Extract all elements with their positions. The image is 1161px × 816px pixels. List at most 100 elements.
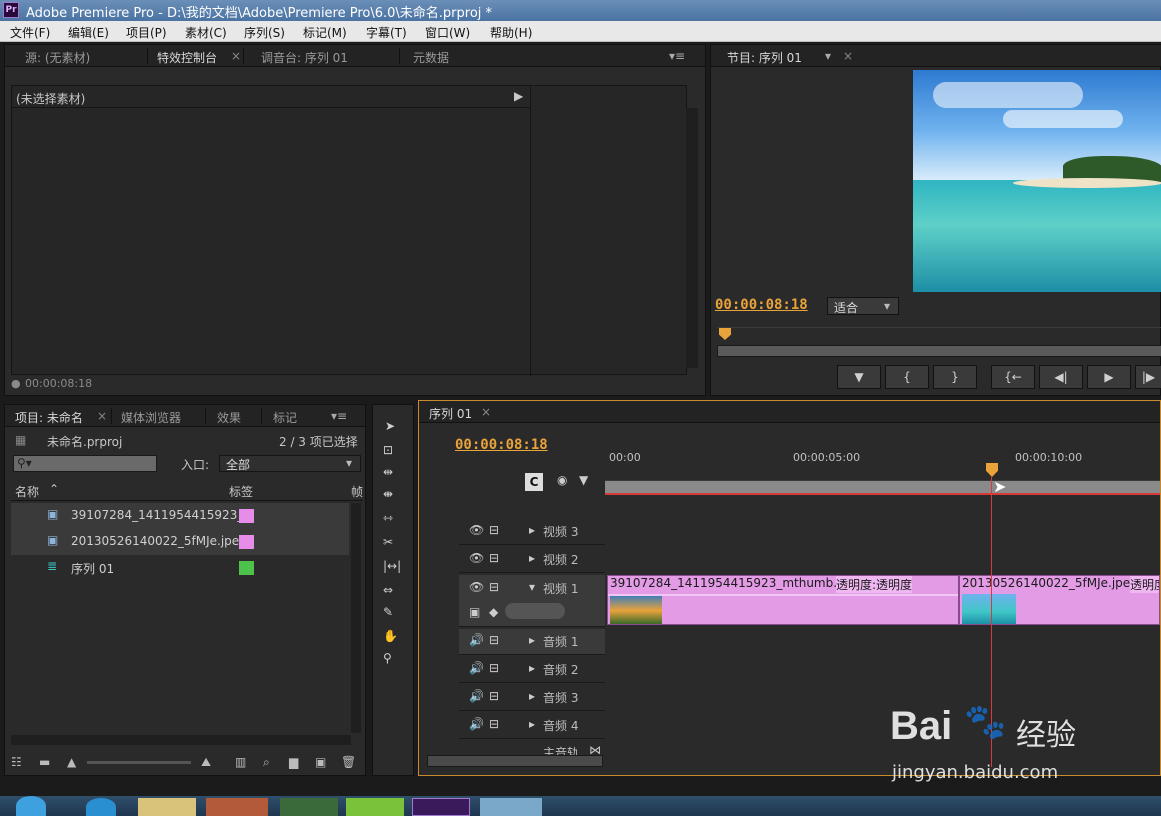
work-area-bar[interactable] — [605, 481, 1160, 495]
expand-arrow-icon[interactable]: ▸ — [529, 717, 535, 731]
go-to-in-button[interactable]: {← — [991, 365, 1035, 389]
expand-arrow-icon[interactable]: ▸ — [529, 523, 535, 537]
taskbar-app-icon[interactable] — [86, 798, 116, 816]
video-track-1[interactable]: 👁 ⊟ ▾ 视频 1 ▣ ◆ — [459, 575, 605, 627]
eye-icon[interactable]: 👁 — [469, 551, 484, 565]
program-zoom-bar[interactable] — [717, 345, 1161, 357]
tab-effects[interactable]: 效果 — [217, 409, 241, 426]
pen-tool-icon[interactable]: ✎ — [383, 605, 393, 619]
program-ruler[interactable] — [717, 327, 1161, 343]
sort-up-icon[interactable]: ⌃ — [49, 482, 59, 496]
slide-tool-icon[interactable]: ⇔ — [383, 583, 393, 597]
fit-dropdown[interactable]: 适合 ▾ — [827, 297, 899, 315]
clip-effect-dropdown[interactable]: 透明度 — [1130, 576, 1159, 593]
menu-file[interactable]: 文件(F) — [10, 24, 50, 41]
video-track-2[interactable]: 👁 ⊟ ▸ 视频 2 — [459, 547, 605, 573]
track-select-tool-icon[interactable]: ⊡ — [383, 443, 393, 457]
tab-metadata[interactable]: 元数据 — [413, 49, 449, 66]
eye-icon[interactable]: 👁 — [469, 580, 484, 594]
project-close-icon[interactable]: × — [97, 409, 107, 423]
menu-window[interactable]: 窗口(W) — [425, 24, 470, 41]
display-style-icon[interactable]: ▣ — [469, 605, 480, 619]
keyframe-navigator[interactable] — [505, 603, 565, 619]
mark-out-button[interactable]: } — [933, 365, 977, 389]
project-item-row[interactable]: ▣ 20130526140022_5fMJe.jpe — [11, 529, 349, 555]
audio-track-2[interactable]: 🔊 ⊟ ▸ 音频 2 — [459, 657, 605, 683]
link-marker-icon[interactable]: ◉ — [557, 473, 567, 487]
menu-sequence[interactable]: 序列(S) — [244, 24, 285, 41]
taskbar-app-icon[interactable] — [280, 798, 338, 816]
audio-track-1[interactable]: 🔊 ⊟ ▸ 音频 1 — [459, 629, 605, 655]
zoom-slider[interactable] — [87, 761, 191, 764]
label-swatch[interactable] — [239, 561, 254, 575]
column-frames[interactable]: 帧 — [351, 483, 363, 500]
label-swatch[interactable] — [239, 535, 254, 549]
clip-effect-dropdown[interactable]: 透明度:透明度 — [836, 576, 913, 593]
taskbar-browser-icon[interactable] — [206, 798, 268, 816]
selection-tool-icon[interactable]: ➤ — [385, 419, 395, 433]
menu-title[interactable]: 字幕(T) — [366, 24, 407, 41]
taskbar-premiere-icon[interactable] — [412, 798, 470, 816]
find-icon[interactable]: ⌕ — [263, 755, 270, 770]
time-ruler[interactable]: 00:00 00:00:05:00 00:00:10:00 — [605, 447, 1160, 481]
project-item-row[interactable]: ▣ 39107284_1411954415923_ — [11, 503, 349, 529]
menu-clip[interactable]: 素材(C) — [185, 24, 227, 41]
sequence-close-icon[interactable]: × — [481, 405, 491, 419]
lock-icon[interactable]: ⊟ — [489, 551, 499, 565]
expand-arrow-icon[interactable]: ▸ — [529, 689, 535, 703]
project-vscrollbar[interactable] — [351, 503, 361, 733]
speaker-icon[interactable]: 🔊 — [469, 661, 484, 675]
menu-marker[interactable]: 标记(M) — [303, 24, 347, 41]
new-bin-icon[interactable]: ▆ — [289, 755, 298, 769]
tab-sequence[interactable]: 序列 01 — [429, 405, 472, 422]
tab-program[interactable]: 节目: 序列 01 — [727, 49, 802, 66]
add-marker-button[interactable]: ▼ — [837, 365, 881, 389]
effect-timecode[interactable]: 00:00:08:18 — [25, 377, 92, 390]
mark-in-button[interactable]: { — [885, 365, 929, 389]
lock-icon[interactable]: ⊟ — [489, 580, 499, 594]
menu-project[interactable]: 项目(P) — [126, 24, 167, 41]
tab-media-browser[interactable]: 媒体浏览器 — [121, 409, 181, 426]
speaker-icon[interactable]: 🔊 — [469, 717, 484, 731]
tab-markers[interactable]: 标记 — [273, 409, 297, 426]
automate-icon[interactable]: ▥ — [235, 755, 246, 769]
menu-edit[interactable]: 编辑(E) — [68, 24, 109, 41]
timeline-timecode[interactable]: 00:00:08:18 — [455, 437, 548, 453]
program-dropdown-icon[interactable]: ▾ — [825, 49, 831, 63]
panel-menu-icon[interactable]: ▾≡ — [669, 49, 685, 63]
eye-icon[interactable]: 👁 — [469, 523, 484, 537]
step-forward-button[interactable]: |▶ — [1135, 365, 1161, 389]
taskbar-app-icon[interactable] — [346, 798, 404, 816]
ripple-edit-tool-icon[interactable]: ⇹ — [383, 465, 393, 479]
search-input[interactable]: ⚲▾ — [13, 455, 157, 472]
tab-close-icon[interactable]: × — [231, 49, 241, 63]
slip-tool-icon[interactable]: |↔| — [383, 559, 401, 573]
lock-icon[interactable]: ⊟ — [489, 717, 499, 731]
tab-project[interactable]: 项目: 未命名 — [15, 409, 83, 426]
project-hscrollbar[interactable] — [11, 735, 351, 745]
zoom-out-icon[interactable]: ▲ — [67, 755, 76, 769]
speaker-icon[interactable]: 🔊 — [469, 689, 484, 703]
video-track-3[interactable]: 👁 ⊟ ▸ 视频 3 — [459, 519, 605, 545]
audio-track-4[interactable]: 🔊 ⊟ ▸ 音频 4 — [459, 713, 605, 739]
lock-icon[interactable]: ⊟ — [489, 689, 499, 703]
program-timecode[interactable]: 00:00:08:18 — [715, 297, 808, 313]
rolling-edit-tool-icon[interactable]: ⇼ — [383, 487, 393, 501]
project-menu-icon[interactable]: ▾≡ — [331, 409, 347, 423]
list-view-icon[interactable]: ☷ — [11, 755, 22, 769]
timeline-hscrollbar[interactable] — [427, 755, 603, 767]
vertical-scrollbar[interactable] — [686, 108, 698, 368]
zoom-tool-icon[interactable]: ⚲ — [383, 651, 392, 665]
lock-icon[interactable]: ⊟ — [489, 523, 499, 537]
taskbar-app-icon[interactable] — [480, 798, 542, 816]
start-button-icon[interactable] — [16, 796, 46, 816]
video-clip[interactable]: 39107284_1411954415923_mthumb.jpg 透明度:透明… — [607, 575, 959, 625]
expand-arrow-icon[interactable]: ▸ — [529, 551, 535, 565]
collapse-arrow-icon[interactable]: ▾ — [529, 580, 535, 594]
rate-stretch-tool-icon[interactable]: ⇿ — [383, 511, 393, 525]
label-swatch[interactable] — [239, 509, 254, 523]
lock-icon[interactable]: ⊟ — [489, 633, 499, 647]
play-button[interactable]: ▶ — [1087, 365, 1131, 389]
hand-tool-icon[interactable]: ✋ — [383, 629, 398, 643]
taskbar-folder-icon[interactable] — [138, 798, 196, 816]
